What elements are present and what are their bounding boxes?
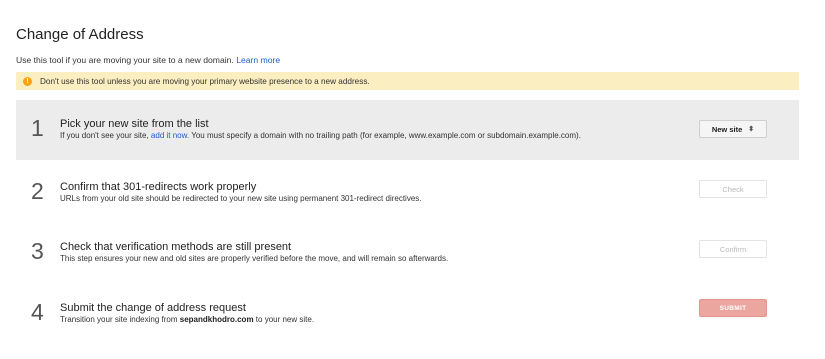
step-number: 4	[31, 299, 44, 325]
warning-icon: !	[23, 76, 32, 86]
warning-banner: ! Don't use this tool unless you are mov…	[16, 72, 799, 90]
step-heading: Submit the change of address request	[60, 302, 246, 314]
step-3-verification: 3 Check that verification methods are st…	[16, 223, 799, 283]
new-site-dropdown[interactable]: New site ⬍	[699, 120, 767, 138]
change-of-address-page: Change of Address Use this tool if you a…	[0, 0, 825, 359]
intro-description: Use this tool if you are moving your sit…	[16, 55, 234, 65]
step-description: This step ensures your new and old sites…	[60, 254, 449, 263]
step-desc-text: Transition your site indexing from	[60, 315, 178, 324]
confirm-button[interactable]: Confirm	[699, 240, 767, 258]
step-number: 2	[31, 178, 44, 204]
step-desc-text: to your new site.	[255, 315, 315, 324]
step-number: 3	[31, 238, 44, 264]
step-4-submit: 4 Submit the change of address request T…	[16, 284, 799, 344]
step-desc-text: If you don't see your site,	[60, 131, 149, 140]
old-site-domain: sepandkhodro.com	[179, 315, 254, 324]
step-1-pick-site: 1 Pick your new site from the list If yo…	[16, 100, 799, 160]
warning-text: Don't use this tool unless you are movin…	[40, 76, 370, 86]
step-desc-text: You must specify a domain with no traili…	[191, 131, 581, 140]
check-button[interactable]: Check	[699, 180, 767, 198]
add-it-now-link[interactable]: add it now.	[151, 131, 189, 140]
chevron-updown-icon: ⬍	[748, 125, 755, 133]
intro-text: Use this tool if you are moving your sit…	[16, 55, 280, 65]
submit-button[interactable]: SUBMIT	[699, 299, 767, 317]
step-heading: Check that verification methods are stil…	[60, 241, 292, 253]
step-description: URLs from your old site should be redire…	[60, 194, 422, 203]
step-description: Transition your site indexing from sepan…	[60, 315, 314, 324]
step-description: If you don't see your site, add it now. …	[60, 131, 581, 140]
step-number: 1	[31, 115, 44, 141]
step-heading: Confirm that 301-redirects work properly	[60, 181, 257, 193]
step-heading: Pick your new site from the list	[60, 118, 209, 130]
page-title: Change of Address	[16, 26, 144, 43]
new-site-dropdown-label: New site	[711, 124, 743, 134]
step-2-confirm-redirects: 2 Confirm that 301-redirects work proper…	[16, 163, 799, 223]
learn-more-link[interactable]: Learn more	[236, 55, 280, 65]
